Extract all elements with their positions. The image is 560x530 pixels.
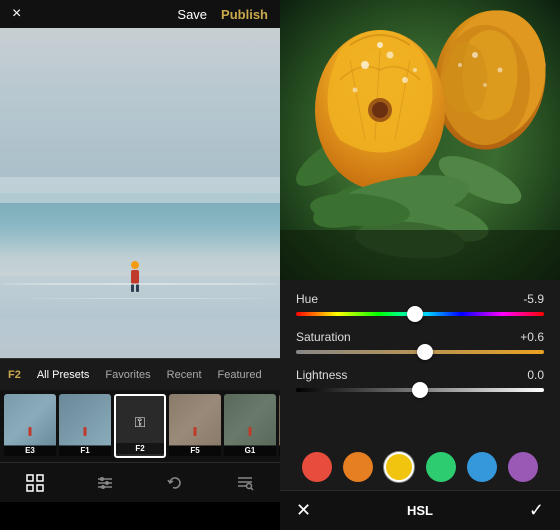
sliders-icon — [96, 474, 114, 492]
saturation-slider-group: Saturation +0.6 — [296, 330, 544, 354]
saturation-label: Saturation — [296, 330, 351, 344]
main-photo — [0, 28, 280, 358]
presets-icon — [236, 474, 254, 492]
preset-g2[interactable]: G2 — [279, 394, 280, 458]
grid-tool-button[interactable] — [19, 467, 51, 499]
left-panel: × Save Publish F2 All Presets — [0, 0, 280, 530]
hue-value: -5.9 — [523, 292, 544, 306]
color-swatches — [280, 444, 560, 490]
grid-icon — [26, 474, 44, 492]
current-preset-label: F2 — [8, 369, 21, 381]
hue-thumb[interactable] — [407, 306, 423, 322]
preset-e3[interactable]: E3 — [4, 394, 56, 458]
bottom-toolbar — [0, 462, 280, 502]
presets-bar: F2 All Presets Favorites Recent Featured — [0, 358, 280, 390]
presets-tool-button[interactable] — [229, 467, 261, 499]
adjust-tool-button[interactable] — [89, 467, 121, 499]
swatch-orange[interactable] — [343, 452, 373, 482]
swatch-yellow[interactable] — [384, 452, 414, 482]
hsl-close-button[interactable]: ✕ — [296, 500, 311, 521]
swatch-red[interactable] — [302, 452, 332, 482]
hsl-controls: Hue -5.9 Saturation +0.6 Lightness 0.0 — [280, 280, 560, 444]
hue-slider-group: Hue -5.9 — [296, 292, 544, 316]
preset-f1[interactable]: F1 — [59, 394, 111, 458]
right-panel: Hue -5.9 Saturation +0.6 Lightness 0.0 — [280, 0, 560, 530]
saturation-track[interactable] — [296, 350, 544, 354]
history-tool-button[interactable] — [159, 467, 191, 499]
top-bar: × Save Publish — [0, 0, 280, 28]
featured-tab[interactable]: Featured — [218, 369, 262, 381]
preset-g1[interactable]: G1 — [224, 394, 276, 458]
saturation-value: +0.6 — [520, 330, 544, 344]
hsl-title: HSL — [407, 503, 433, 518]
beach-figure — [129, 261, 141, 285]
preset-f2[interactable]: ⚿ F2 — [114, 394, 166, 458]
swatch-green[interactable] — [426, 452, 456, 482]
swatch-purple[interactable] — [508, 452, 538, 482]
save-button[interactable]: Save — [177, 7, 207, 22]
flower-photo — [280, 0, 560, 280]
top-bar-actions: Save Publish — [177, 7, 268, 22]
favorites-tab[interactable]: Favorites — [105, 369, 150, 381]
lightness-label: Lightness — [296, 368, 347, 382]
recent-tab[interactable]: Recent — [167, 369, 202, 381]
lightness-value: 0.0 — [527, 368, 544, 382]
publish-button[interactable]: Publish — [221, 7, 268, 22]
lightness-track[interactable] — [296, 388, 544, 392]
lightness-slider-group: Lightness 0.0 — [296, 368, 544, 392]
preset-f5[interactable]: F5 — [169, 394, 221, 458]
saturation-thumb[interactable] — [417, 344, 433, 360]
hue-label: Hue — [296, 292, 318, 306]
preset-thumbnails-row: E3 F1 ⚿ F2 F5 G1 — [0, 390, 280, 462]
hsl-confirm-button[interactable]: ✓ — [529, 500, 544, 521]
flower-svg — [280, 0, 560, 280]
hue-track[interactable] — [296, 312, 544, 316]
swatch-blue[interactable] — [467, 452, 497, 482]
close-button[interactable]: × — [12, 5, 21, 23]
lightness-thumb[interactable] — [412, 382, 428, 398]
history-icon — [166, 474, 184, 492]
hsl-bottom-bar: ✕ HSL ✓ — [280, 490, 560, 530]
all-presets-tab[interactable]: All Presets — [37, 369, 90, 381]
